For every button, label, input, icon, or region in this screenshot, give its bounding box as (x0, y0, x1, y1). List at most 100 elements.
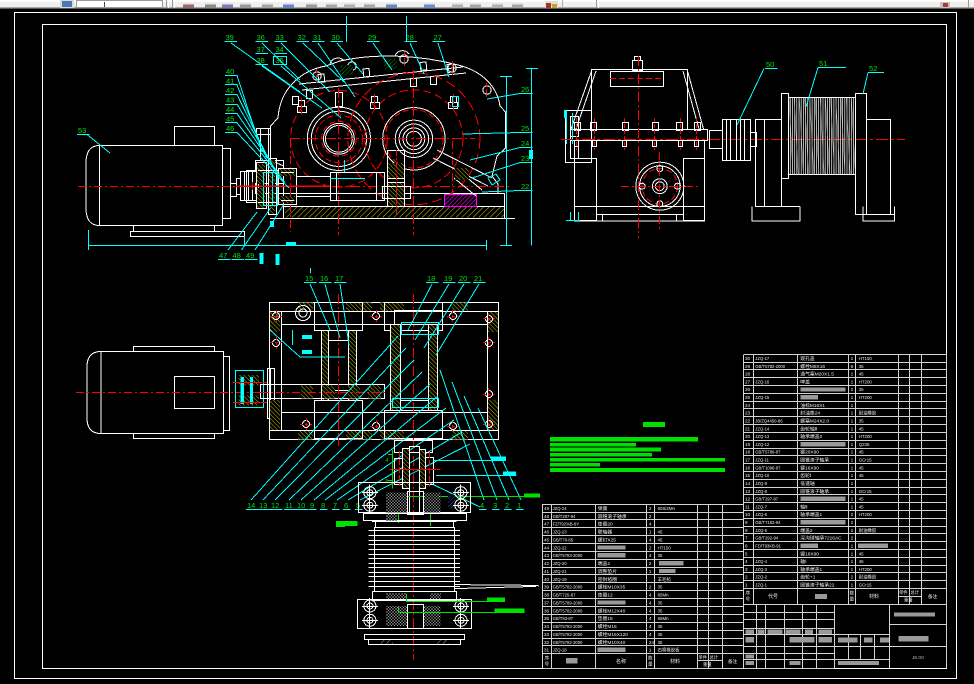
svg-text:45: 45 (859, 450, 864, 455)
svg-text:JZQ-2: JZQ-2 (755, 575, 767, 580)
svg-text:60Si2Mn: 60Si2Mn (658, 506, 676, 511)
svg-text:螺塞M24X2.0: 螺塞M24X2.0 (800, 417, 829, 424)
svg-text:Q235: Q235 (859, 442, 870, 447)
svg-text:圆锥滚子轴承22: 圆锥滚子轴承22 (800, 581, 834, 588)
svg-text:齿轮轴Ⅱ: 齿轮轴Ⅱ (800, 425, 817, 432)
svg-text:JZQ-5: JZQ-5 (755, 528, 767, 533)
svg-text:33: 33 (276, 33, 284, 42)
svg-text:40: 40 (226, 67, 234, 76)
svg-text:17: 17 (335, 274, 343, 283)
svg-text:螺栓M8X16: 螺栓M8X16 (800, 363, 825, 370)
svg-text:JZQ-17: JZQ-17 (755, 356, 770, 361)
svg-text:HT200: HT200 (859, 567, 873, 572)
svg-text:1: 1 (851, 403, 854, 408)
svg-text:JZQ-16: JZQ-16 (755, 379, 770, 384)
svg-text:26: 26 (521, 85, 529, 94)
svg-text:45: 45 (859, 426, 864, 431)
svg-text:22: 22 (521, 182, 529, 191)
svg-text:41: 41 (544, 569, 550, 574)
svg-text:GB/T1096-87: GB/T1096-87 (755, 465, 781, 470)
svg-text:4: 4 (480, 501, 484, 510)
svg-text:25: 25 (745, 395, 751, 400)
svg-text:24: 24 (649, 640, 655, 645)
svg-text:35: 35 (658, 640, 663, 645)
svg-text:FD/T93KB-91: FD/T93KB-91 (755, 543, 781, 548)
svg-text:9: 9 (310, 501, 314, 510)
svg-text:啤盖: 啤盖 (800, 378, 810, 385)
svg-text:端盖2: 端盖2 (598, 560, 611, 567)
svg-text:1: 1 (851, 450, 854, 455)
svg-text:JZQ-18: JZQ-18 (553, 648, 568, 653)
svg-text:34: 34 (544, 624, 550, 629)
svg-text:螺栓M12X40: 螺栓M12X40 (598, 607, 626, 614)
svg-text:1: 1 (851, 379, 854, 384)
svg-text:GCr15: GCr15 (859, 489, 872, 494)
svg-text:单件: 单件 (899, 589, 908, 596)
svg-text:15: 15 (305, 274, 313, 283)
svg-text:2: 2 (851, 528, 854, 533)
svg-text:JZQ-20: JZQ-20 (553, 561, 568, 566)
svg-text:11: 11 (285, 501, 293, 510)
svg-text:2: 2 (851, 387, 854, 392)
svg-text:26: 26 (745, 387, 751, 392)
svg-text:7: 7 (745, 536, 748, 541)
svg-text:35: 35 (658, 553, 663, 558)
svg-text:圆锥滚子轴承: 圆锥滚子轴承 (800, 457, 829, 464)
svg-text:24: 24 (745, 403, 751, 408)
svg-text:36: 36 (544, 608, 550, 613)
svg-text:端盖2: 端盖2 (800, 527, 813, 534)
svg-text:深沟球轴承7216AC: 深沟球轴承7216AC (800, 535, 842, 542)
svg-text:50: 50 (766, 60, 774, 69)
svg-text:JZQ-1: JZQ-1 (755, 582, 767, 587)
svg-text:耐油橡胶: 耐油橡胶 (859, 410, 877, 417)
svg-text:1: 1 (851, 504, 854, 509)
svg-text:羊毛毡: 羊毛毡 (658, 576, 672, 583)
svg-text:2: 2 (505, 501, 509, 510)
svg-text:JZQ-4: JZQ-4 (755, 559, 767, 564)
svg-text:20: 20 (459, 274, 467, 283)
svg-text:观孔盖: 观孔盖 (800, 355, 815, 362)
svg-text:JZQ-23: JZQ-23 (553, 530, 568, 535)
svg-text:圆锥滚子轴承: 圆锥滚子轴承 (800, 488, 829, 495)
svg-text:10: 10 (745, 512, 751, 517)
svg-text:键16X90: 键16X90 (800, 464, 819, 471)
svg-text:1: 1 (851, 411, 854, 416)
svg-text:39: 39 (226, 33, 234, 42)
svg-text:低速轴: 低速轴 (800, 480, 815, 487)
svg-text:1: 1 (851, 567, 854, 572)
svg-text:GB/T5782-2000: GB/T5782-2000 (553, 585, 583, 590)
svg-text:30: 30 (332, 33, 340, 42)
svg-text:耐油橡胶: 耐油橡胶 (859, 574, 877, 581)
svg-text:序: 序 (545, 655, 550, 662)
svg-text:重量: 重量 (904, 597, 913, 604)
svg-text:4: 4 (386, 458, 389, 464)
svg-text:数: 数 (648, 655, 653, 662)
svg-text:32: 32 (298, 33, 306, 42)
svg-text:通气塞M20X1.5: 通气塞M20X1.5 (800, 371, 834, 378)
svg-text:螺栓M10X40: 螺栓M10X40 (598, 639, 626, 646)
svg-text:45: 45 (859, 504, 864, 509)
svg-text:33: 33 (544, 632, 550, 637)
svg-text:1: 1 (851, 356, 854, 361)
svg-text:38: 38 (544, 593, 550, 598)
svg-text:螺栓M10X35: 螺栓M10X35 (598, 584, 626, 591)
svg-text:23: 23 (745, 411, 751, 416)
svg-text:GB/T297-94: GB/T297-94 (553, 514, 576, 519)
svg-text:37: 37 (257, 45, 265, 54)
svg-text:GB/T5783-2000: GB/T5783-2000 (553, 624, 583, 629)
svg-text:1: 1 (851, 489, 854, 494)
svg-text:1: 1 (851, 473, 854, 478)
svg-text:耐油橡胶: 耐油橡胶 (859, 527, 877, 534)
svg-text:45: 45 (859, 559, 864, 564)
svg-text:1: 1 (649, 530, 652, 535)
svg-text:HT200: HT200 (859, 395, 873, 400)
svg-text:35: 35 (658, 585, 663, 590)
svg-text:齿轮Ⅰ: 齿轮Ⅰ (800, 472, 811, 479)
svg-text:GB/T93-87: GB/T93-87 (553, 616, 574, 621)
svg-text:GB/T725-87: GB/T725-87 (553, 593, 576, 598)
svg-text:45: 45 (544, 537, 550, 542)
svg-text:GB/T5782-2000: GB/T5782-2000 (553, 608, 583, 613)
svg-text:GB/T5783-2000: GB/T5783-2000 (553, 553, 583, 558)
svg-text:备注: 备注 (728, 658, 738, 665)
svg-text:4: 4 (649, 608, 652, 613)
